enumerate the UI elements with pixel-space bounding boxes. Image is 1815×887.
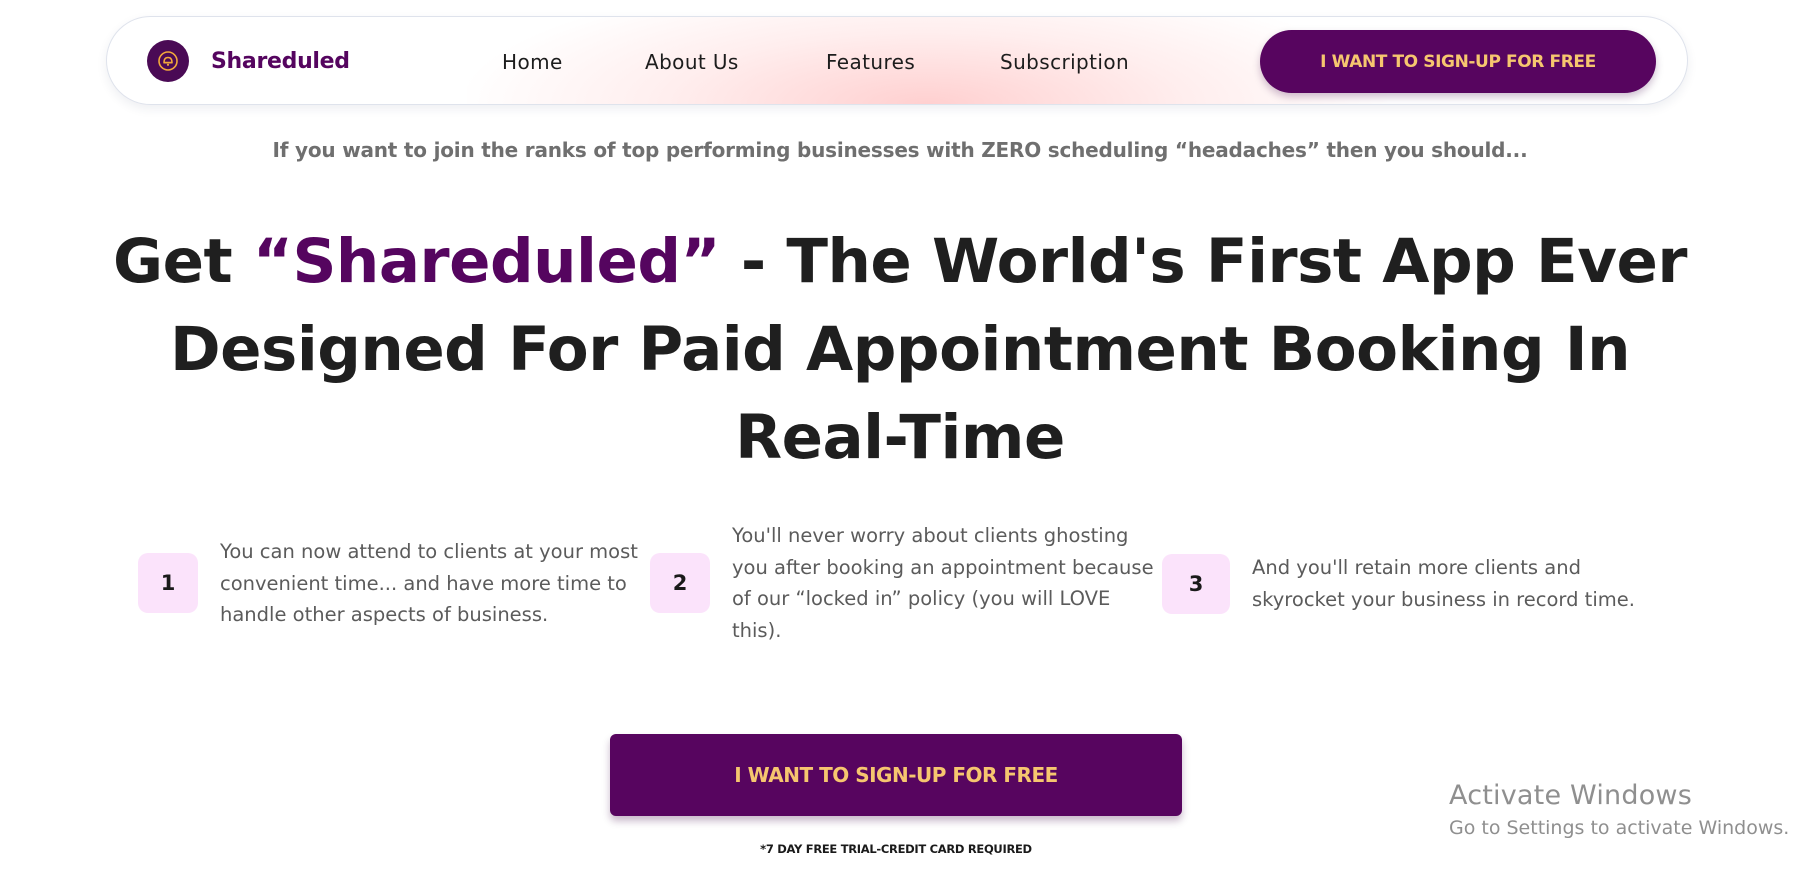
brand-name: Shareduled: [211, 48, 350, 74]
feature-number-badge: 1: [138, 553, 198, 614]
headline-prefix: Get: [113, 226, 253, 297]
nav-signup-button[interactable]: I WANT TO SIGN-UP FOR FREE: [1260, 30, 1656, 93]
main-signup-button[interactable]: I WANT TO SIGN-UP FOR FREE: [610, 734, 1182, 816]
feature-text: And you'll retain more clients and skyro…: [1252, 556, 1635, 611]
nav-link-subscription[interactable]: Subscription: [1000, 50, 1160, 74]
hero-headline: Get “Shareduled” - The World's First App…: [90, 218, 1710, 482]
feature-number-badge: 3: [1162, 553, 1230, 614]
watermark-title: Activate Windows: [1449, 780, 1692, 811]
bell-ring-icon: [147, 40, 189, 82]
navbar: Shareduled Home About Us Features Subscr…: [106, 16, 1688, 105]
feature-text: You'll never worry about clients ghostin…: [732, 524, 1154, 642]
nav-link-features[interactable]: Features: [826, 50, 1000, 74]
brand-link[interactable]: Shareduled: [147, 39, 350, 83]
feature-item-1: 1 You can now attend to clients at your …: [138, 536, 638, 631]
feature-text: You can now attend to clients at your mo…: [220, 540, 638, 626]
feature-item-3: 3 And you'll retain more clients and sky…: [1162, 552, 1662, 615]
nav-link-about-us[interactable]: About Us: [645, 50, 826, 74]
nav-link-home[interactable]: Home: [502, 50, 645, 74]
feature-number-badge: 2: [650, 553, 710, 613]
headline-accent: “Shareduled”: [252, 226, 721, 297]
nav-links: Home About Us Features Subscription: [502, 17, 1160, 104]
activate-windows-watermark: Activate Windows Go to Settings to activ…: [1449, 778, 1789, 842]
feature-item-2: 2 You'll never worry about clients ghost…: [650, 520, 1160, 646]
pre-headline: If you want to join the ranks of top per…: [272, 138, 1528, 162]
watermark-subtitle: Go to Settings to activate Windows.: [1449, 817, 1790, 839]
trial-note: *7 DAY FREE TRIAL-CREDIT CARD REQUIRED: [760, 842, 1032, 856]
